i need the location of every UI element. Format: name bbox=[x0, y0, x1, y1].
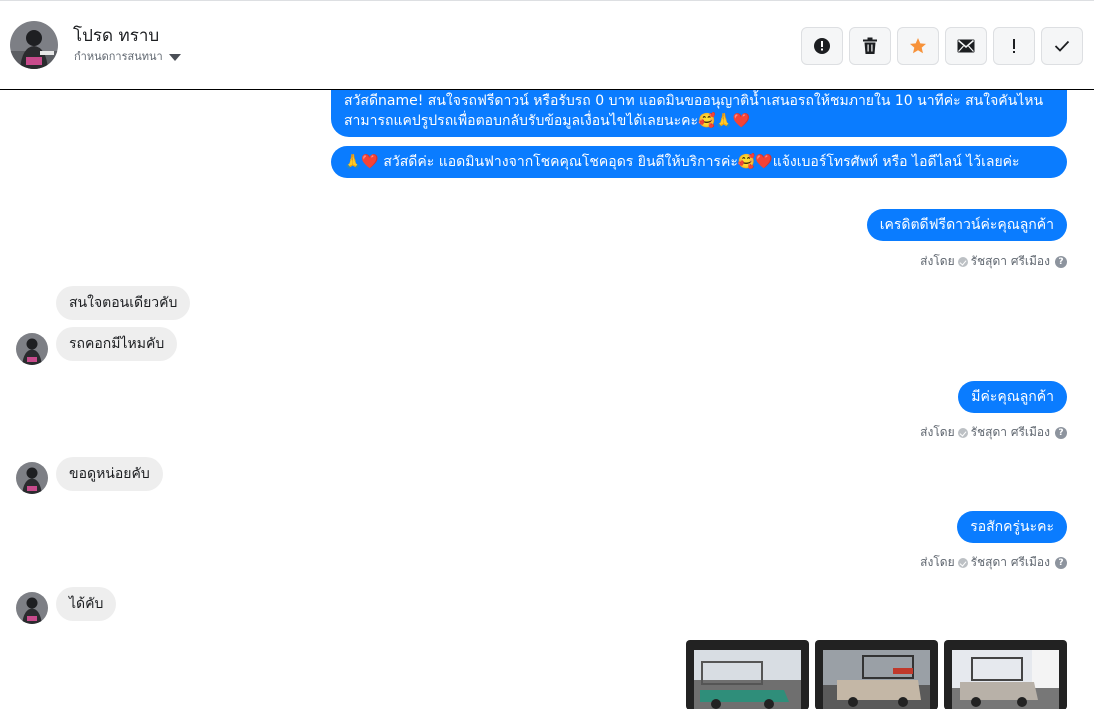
contact-avatar-small[interactable] bbox=[16, 462, 48, 494]
sent-by-agent[interactable]: รัชสุดา ศรีเมือง bbox=[971, 423, 1050, 442]
star-button[interactable] bbox=[897, 27, 939, 65]
conversation-header: โปรด ทราบ กำหนดการสนทนา bbox=[0, 0, 1094, 90]
message-text: ได้คับ bbox=[69, 596, 104, 612]
alert-circle-icon bbox=[814, 38, 830, 54]
sent-by-agent[interactable]: รัชสุดา ศรีเมือง bbox=[971, 252, 1050, 271]
check-icon bbox=[1054, 40, 1070, 52]
sent-by-prefix: ส่งโดย bbox=[920, 254, 955, 268]
sent-by-info: ส่งโดย รัชสุดา ศรีเมือง ? bbox=[920, 252, 1067, 271]
outgoing-message[interactable]: เครดิตดีฟรีดาวน์ค่ะคุณลูกค้า bbox=[866, 209, 1067, 241]
verified-icon bbox=[957, 256, 968, 267]
incoming-message[interactable]: ขอดูหน่อยคับ bbox=[56, 457, 163, 491]
delete-button[interactable] bbox=[849, 27, 891, 65]
message-text: เครดิตดีฟรีดาวน์ค่ะคุณลูกค้า bbox=[879, 217, 1054, 233]
incoming-message[interactable]: ได้คับ bbox=[56, 587, 117, 621]
message-thread[interactable]: สวัสดีname! สนใจรถฟรีดาวน์ หรือรับรถ 0 บ… bbox=[0, 90, 1094, 709]
verified-icon bbox=[957, 557, 968, 568]
message-text: สนใจตอนเดียวคับ bbox=[69, 295, 178, 311]
incoming-message[interactable]: สนใจตอนเดียวคับ bbox=[56, 286, 191, 320]
contact-avatar-small[interactable] bbox=[16, 333, 48, 365]
caret-down-icon bbox=[168, 53, 181, 61]
envelope-icon bbox=[957, 39, 975, 53]
message-text: มีค่ะคุณลูกค้า bbox=[971, 389, 1054, 405]
contact-name: โปรด ทราบ bbox=[73, 26, 160, 46]
incoming-message[interactable]: รถคอกมีไหมคับ bbox=[56, 327, 178, 361]
assign-label: กำหนดการสนทนา bbox=[74, 50, 163, 63]
message-text: สวัสดีname! สนใจรถฟรีดาวน์ หรือรับรถ 0 บ… bbox=[344, 93, 1044, 129]
trash-icon bbox=[863, 37, 877, 54]
help-icon[interactable]: ? bbox=[1055, 255, 1067, 268]
message-text: รถคอกมีไหมคับ bbox=[69, 336, 165, 352]
assign-conversation-dropdown[interactable]: กำหนดการสนทนา bbox=[74, 47, 181, 65]
star-icon bbox=[910, 38, 926, 54]
contact-avatar[interactable] bbox=[10, 21, 58, 69]
message-text: 🙏❤️ สวัสดีค่ะ แอดมินฟางจากโชคคุณโชคอุดร … bbox=[344, 154, 1020, 170]
mark-spam-button[interactable] bbox=[801, 27, 843, 65]
photo-thumbnail[interactable] bbox=[686, 640, 809, 709]
message-text: ขอดูหน่อยคับ bbox=[69, 466, 150, 482]
outgoing-message[interactable]: สวัสดีname! สนใจรถฟรีดาวน์ หรือรับรถ 0 บ… bbox=[331, 90, 1067, 137]
message-text: รอสักครู่นะคะ bbox=[970, 519, 1054, 535]
follow-up-button[interactable] bbox=[993, 27, 1035, 65]
mark-done-button[interactable] bbox=[1041, 27, 1083, 65]
help-icon[interactable]: ? bbox=[1055, 556, 1067, 569]
contact-avatar-small[interactable] bbox=[16, 592, 48, 624]
photo-thumbnail[interactable] bbox=[944, 640, 1067, 709]
exclamation-icon bbox=[1013, 39, 1015, 53]
help-icon[interactable]: ? bbox=[1055, 426, 1067, 439]
conversation-toolbar bbox=[801, 27, 1083, 65]
sent-by-prefix: ส่งโดย bbox=[920, 555, 955, 569]
photo-thumbnail[interactable] bbox=[815, 640, 938, 709]
sent-by-info: ส่งโดย รัชสุดา ศรีเมือง ? bbox=[920, 553, 1067, 572]
mark-unread-button[interactable] bbox=[945, 27, 987, 65]
sent-by-info: ส่งโดย รัชสุดา ศรีเมือง ? bbox=[920, 423, 1067, 442]
outgoing-message[interactable]: มีค่ะคุณลูกค้า bbox=[958, 381, 1067, 413]
outgoing-message[interactable]: รอสักครู่นะคะ bbox=[957, 511, 1067, 543]
photo-attachments bbox=[686, 640, 1067, 709]
sent-by-agent[interactable]: รัชสุดา ศรีเมือง bbox=[971, 553, 1050, 572]
outgoing-message[interactable]: 🙏❤️ สวัสดีค่ะ แอดมินฟางจากโชคคุณโชคอุดร … bbox=[331, 146, 1067, 178]
verified-icon bbox=[957, 427, 968, 438]
sent-by-prefix: ส่งโดย bbox=[920, 425, 955, 439]
